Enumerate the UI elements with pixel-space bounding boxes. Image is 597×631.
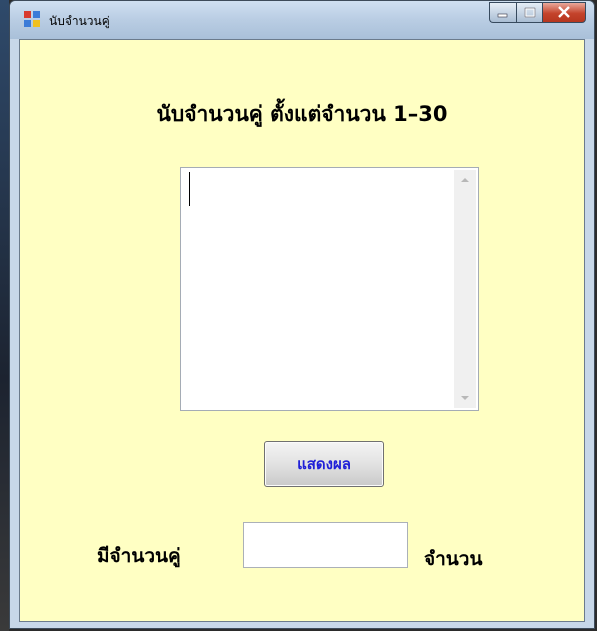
close-button[interactable] bbox=[542, 2, 586, 23]
desktop-background-strip bbox=[0, 0, 9, 631]
vertical-scrollbar[interactable] bbox=[454, 170, 476, 408]
unit-label: จำนวน bbox=[424, 548, 483, 570]
window-title: นับจำนวนคู่ bbox=[49, 14, 110, 28]
show-result-button[interactable]: แสดงผล bbox=[264, 441, 384, 487]
count-result-field[interactable] bbox=[243, 522, 408, 568]
maximize-button[interactable] bbox=[516, 2, 542, 23]
app-icon bbox=[24, 11, 40, 27]
scroll-up-icon[interactable] bbox=[461, 178, 469, 182]
scroll-down-icon[interactable] bbox=[461, 396, 469, 400]
minimize-button[interactable] bbox=[489, 2, 516, 23]
close-icon bbox=[557, 3, 571, 22]
output-textarea[interactable] bbox=[180, 167, 479, 411]
title-bar[interactable]: นับจำนวนคู่ bbox=[10, 1, 594, 39]
app-window: นับจำนวนคู่ นับจำนวนคู่ ตั้งแต่จำนวน 1–3… bbox=[9, 0, 595, 629]
form-client-area: นับจำนวนคู่ ตั้งแต่จำนวน 1–30 แสดงผล มีจ… bbox=[19, 39, 585, 622]
window-controls bbox=[489, 2, 586, 23]
count-label: มีจำนวนคู่ bbox=[97, 545, 181, 567]
maximize-icon bbox=[524, 3, 536, 22]
text-caret bbox=[189, 172, 190, 206]
minimize-icon bbox=[497, 3, 509, 22]
form-heading: นับจำนวนคู่ ตั้งแต่จำนวน 1–30 bbox=[156, 102, 448, 126]
